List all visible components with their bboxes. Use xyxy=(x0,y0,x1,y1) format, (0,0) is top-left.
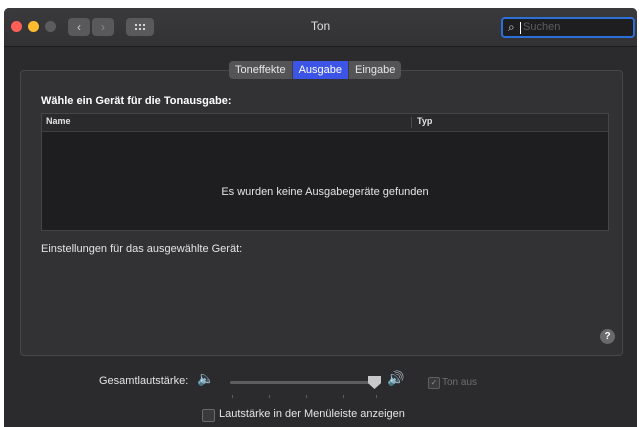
tab-ausgabe[interactable]: Ausgabe xyxy=(291,61,348,79)
tab-toneffekte[interactable]: Toneffekte xyxy=(229,61,292,79)
slider-tick xyxy=(306,395,307,398)
search-placeholder: Suchen xyxy=(523,21,561,33)
show-in-menubar-checkbox[interactable] xyxy=(202,409,215,422)
mute-label: Ton aus xyxy=(442,377,478,388)
search-field[interactable]: ⌕ Suchen xyxy=(501,17,635,38)
mute-checkbox[interactable]: ✓ xyxy=(428,377,440,389)
show-in-menubar-label: Lautstärke in der Menüleiste anzeigen xyxy=(219,408,405,420)
search-icon: ⌕ xyxy=(508,20,515,34)
column-header-type[interactable]: Typ xyxy=(417,116,432,126)
sound-preferences-window: ‹ › Ton ⌕ Suchen Toneffekte Ausgabe Eing… xyxy=(4,8,637,427)
volume-slider-fill xyxy=(230,381,380,384)
table-header: Name Typ xyxy=(42,114,608,132)
volume-label: Gesamtlautstärke: xyxy=(99,375,189,387)
speaker-low-icon: 🔈 xyxy=(197,370,215,386)
slider-tick xyxy=(232,395,233,398)
tab-bar: Toneffekte Ausgabe Eingabe xyxy=(229,61,402,79)
slider-tick xyxy=(269,395,270,398)
device-prompt: Wähle ein Gerät für die Tonausgabe: xyxy=(41,95,232,107)
output-panel: Wähle ein Gerät für die Tonausgabe: Name… xyxy=(20,70,623,356)
text-cursor xyxy=(520,22,521,34)
volume-slider-knob[interactable] xyxy=(368,376,381,389)
empty-state-message: Es wurden keine Ausgabegeräte gefunden xyxy=(221,186,429,198)
tab-eingabe[interactable]: Eingabe xyxy=(348,61,401,79)
slider-tick xyxy=(376,395,377,398)
title-bar: ‹ › Ton ⌕ Suchen xyxy=(4,8,637,47)
column-header-name[interactable]: Name xyxy=(46,116,71,126)
speaker-high-icon: 🔊 xyxy=(387,370,405,386)
slider-tick xyxy=(343,395,344,398)
column-divider xyxy=(411,117,412,128)
volume-slider[interactable] xyxy=(230,381,380,384)
output-device-table[interactable]: Name Typ Es wurden keine Ausgabegeräte g… xyxy=(41,113,609,231)
help-button[interactable]: ? xyxy=(600,329,615,344)
device-settings-label: Einstellungen für das ausgewählte Gerät: xyxy=(41,243,243,255)
